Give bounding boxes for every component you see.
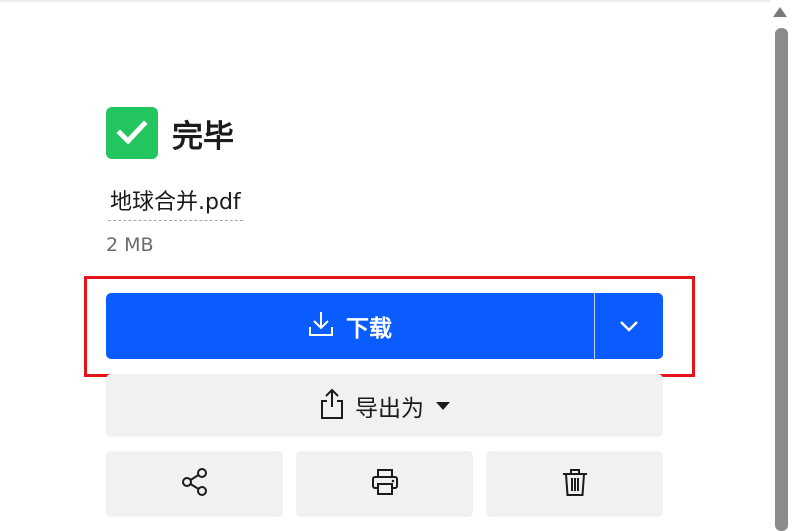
share-button[interactable] [106, 451, 283, 517]
delete-button[interactable] [486, 451, 663, 517]
trash-icon [560, 467, 590, 501]
printer-icon [370, 467, 400, 501]
download-options-button[interactable] [595, 293, 663, 359]
scrollbar-thumb[interactable] [775, 28, 788, 531]
print-button[interactable] [296, 451, 473, 517]
top-border [0, 0, 771, 2]
share-icon [180, 467, 210, 501]
caret-down-icon [436, 401, 450, 410]
download-icon [308, 310, 334, 342]
file-size: 2 MB [106, 234, 154, 256]
download-label: 下载 [346, 316, 392, 342]
download-button[interactable]: 下载 [106, 293, 594, 359]
file-name: 地球合并.pdf [108, 186, 243, 221]
action-row [106, 451, 663, 517]
scroll-up-arrow-icon[interactable] [773, 7, 787, 17]
download-button-group: 下载 [106, 293, 663, 359]
share-upload-icon [319, 388, 345, 424]
status-title: 完毕 [172, 118, 234, 155]
check-icon [106, 107, 158, 159]
chevron-down-icon [619, 317, 639, 336]
export-as-button[interactable]: 导出为 [106, 374, 663, 437]
status-row: 完毕 [106, 107, 234, 159]
export-label: 导出为 [355, 395, 424, 422]
